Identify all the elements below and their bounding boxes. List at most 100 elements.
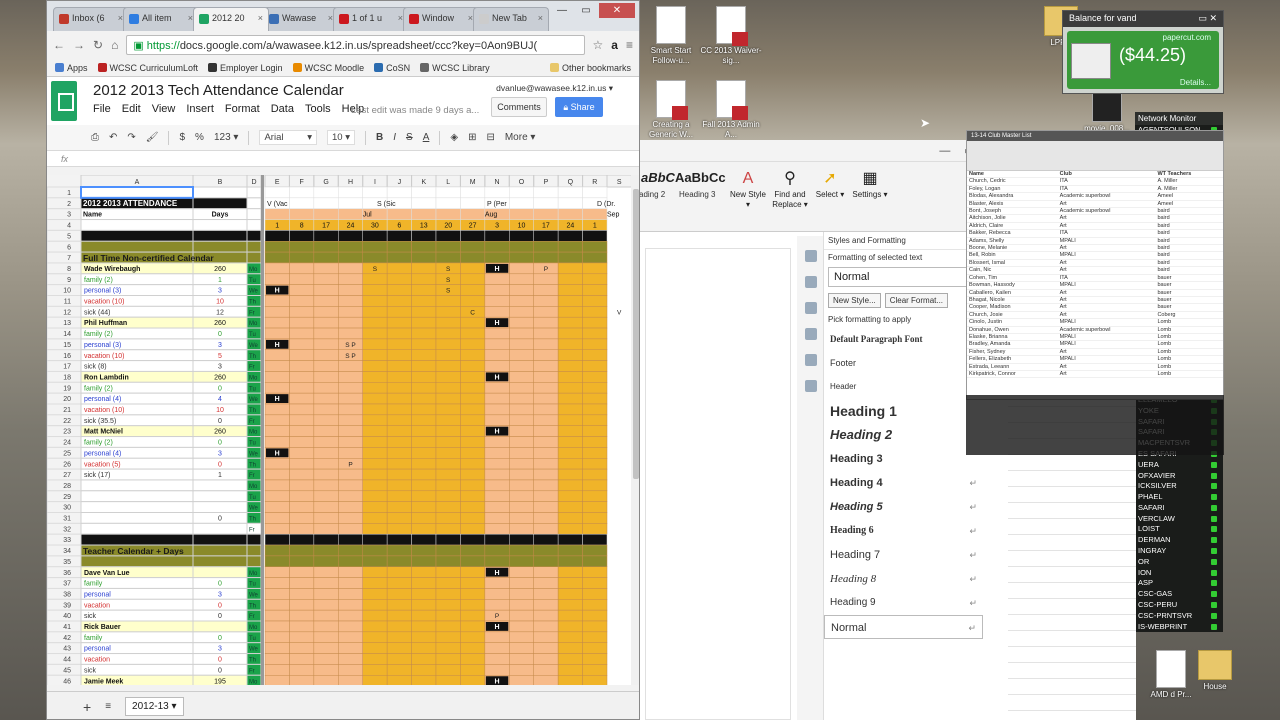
calendar-cell[interactable]: [557, 414, 583, 426]
calendar-cell[interactable]: [460, 295, 486, 307]
browser-tab[interactable]: 1 of 1 u ×: [333, 7, 409, 31]
calendar-cell[interactable]: [313, 316, 339, 329]
calendar-cell[interactable]: [435, 631, 461, 643]
calendar-cell[interactable]: [582, 284, 608, 296]
calendar-cell[interactable]: [460, 197, 486, 209]
calendar-cell[interactable]: [533, 436, 559, 448]
calendar-cell[interactable]: [509, 490, 534, 502]
calendar-cell[interactable]: [411, 436, 437, 448]
calendar-cell[interactable]: [386, 620, 412, 633]
calendar-cell[interactable]: [435, 197, 461, 209]
calendar-cell[interactable]: [411, 544, 437, 557]
menu-view[interactable]: View: [152, 103, 176, 115]
merge-icon[interactable]: ⊟: [486, 132, 494, 143]
calendar-cell[interactable]: [362, 436, 388, 448]
calendar-cell[interactable]: [362, 479, 388, 492]
club-row[interactable]: Kirkpatrick, Connor Art Lomb: [967, 370, 1223, 379]
calendar-cell[interactable]: [411, 577, 437, 589]
calendar-cell[interactable]: [557, 197, 583, 209]
calendar-cell[interactable]: [435, 414, 461, 426]
amazon-extension-icon[interactable]: a: [611, 38, 618, 52]
calendar-cell[interactable]: [289, 501, 315, 513]
calendar-cell[interactable]: [386, 447, 412, 459]
calendar-cell[interactable]: [509, 306, 534, 318]
calendar-cell[interactable]: [289, 512, 315, 524]
calendar-cell[interactable]: [582, 642, 608, 654]
calendar-cell[interactable]: [289, 458, 315, 470]
calendar-cell[interactable]: [557, 653, 583, 665]
calendar-cell[interactable]: [533, 447, 559, 459]
back-icon[interactable]: ←: [53, 38, 65, 52]
bookmark-item[interactable]: WCSC Moodle: [292, 63, 364, 73]
calendar-cell[interactable]: [533, 458, 559, 470]
italic-button[interactable]: I: [393, 132, 396, 143]
calendar-cell[interactable]: [411, 230, 437, 242]
font-select[interactable]: Arial ▾: [259, 130, 317, 145]
calendar-cell[interactable]: [313, 414, 339, 426]
calendar-cell[interactable]: [435, 599, 461, 611]
weekday-cell[interactable]: [246, 555, 262, 568]
calendar-cell[interactable]: [264, 273, 290, 285]
calendar-cell[interactable]: [582, 186, 608, 199]
name-cell[interactable]: [80, 522, 194, 535]
calendar-cell[interactable]: [484, 479, 510, 492]
calendar-cell[interactable]: [411, 490, 437, 502]
club-row[interactable]: Blaster, Alexis Art Ameel: [967, 200, 1223, 209]
text-color-button[interactable]: A: [423, 132, 430, 143]
calendar-cell[interactable]: [509, 664, 534, 676]
calendar-cell[interactable]: [460, 458, 486, 470]
calendar-cell[interactable]: [264, 664, 290, 676]
calendar-cell[interactable]: [411, 620, 437, 633]
calendar-cell[interactable]: [289, 382, 315, 394]
calendar-cell[interactable]: [484, 664, 510, 676]
calendar-cell[interactable]: [484, 512, 510, 524]
undo-icon[interactable]: ↶: [109, 132, 117, 143]
calendar-cell[interactable]: [289, 599, 315, 611]
network-monitor-item[interactable]: CSC-GAS: [1135, 589, 1223, 600]
calendar-cell[interactable]: [289, 664, 315, 676]
calendar-cell[interactable]: [435, 533, 461, 546]
calendar-cell[interactable]: [557, 447, 583, 459]
calendar-cell[interactable]: [484, 382, 510, 394]
calendar-cell[interactable]: [557, 599, 583, 611]
days-cell[interactable]: [192, 544, 248, 557]
last-edit-link[interactable]: Last edit was made 9 days a...: [351, 105, 479, 116]
calendar-cell[interactable]: [411, 642, 437, 654]
calendar-cell[interactable]: [338, 675, 363, 685]
weekday-cell[interactable]: [246, 533, 262, 546]
calendar-cell[interactable]: [460, 490, 486, 502]
calendar-cell[interactable]: [313, 371, 339, 383]
calendar-cell[interactable]: [484, 555, 510, 567]
calendar-cell[interactable]: [435, 479, 461, 492]
calendar-cell[interactable]: [557, 284, 583, 296]
calendar-cell[interactable]: [411, 251, 437, 264]
row-header[interactable]: [47, 262, 82, 275]
style-item[interactable]: Footer: [824, 351, 983, 375]
calendar-cell[interactable]: [313, 392, 339, 405]
calendar-cell[interactable]: [484, 295, 510, 307]
calendar-cell[interactable]: [509, 599, 534, 611]
calendar-cell[interactable]: [484, 349, 510, 361]
calendar-cell[interactable]: [338, 186, 363, 199]
calendar-cell[interactable]: [313, 533, 339, 546]
bold-button[interactable]: B: [376, 132, 383, 143]
calendar-cell[interactable]: [289, 338, 315, 350]
calendar-cell[interactable]: [289, 392, 315, 405]
calendar-cell[interactable]: [386, 664, 412, 676]
calendar-cell[interactable]: [338, 262, 363, 275]
calendar-cell[interactable]: [582, 392, 608, 405]
name-cell[interactable]: [80, 479, 194, 492]
calendar-cell[interactable]: [533, 664, 559, 676]
row-header[interactable]: [47, 197, 82, 210]
calendar-cell[interactable]: [264, 186, 290, 199]
calendar-cell[interactable]: [557, 273, 583, 285]
calendar-cell[interactable]: [460, 501, 486, 513]
club-row[interactable]: Bradley, Amanda MPALI Lomb: [967, 340, 1223, 349]
calendar-cell[interactable]: [386, 338, 412, 350]
style-item[interactable]: Normal ↵: [824, 615, 983, 639]
days-cell[interactable]: [192, 197, 248, 210]
calendar-cell[interactable]: [411, 186, 437, 199]
calendar-cell[interactable]: [362, 577, 388, 589]
days-cell[interactable]: [192, 555, 248, 568]
bookmark-star-icon[interactable]: ☆: [593, 38, 604, 52]
